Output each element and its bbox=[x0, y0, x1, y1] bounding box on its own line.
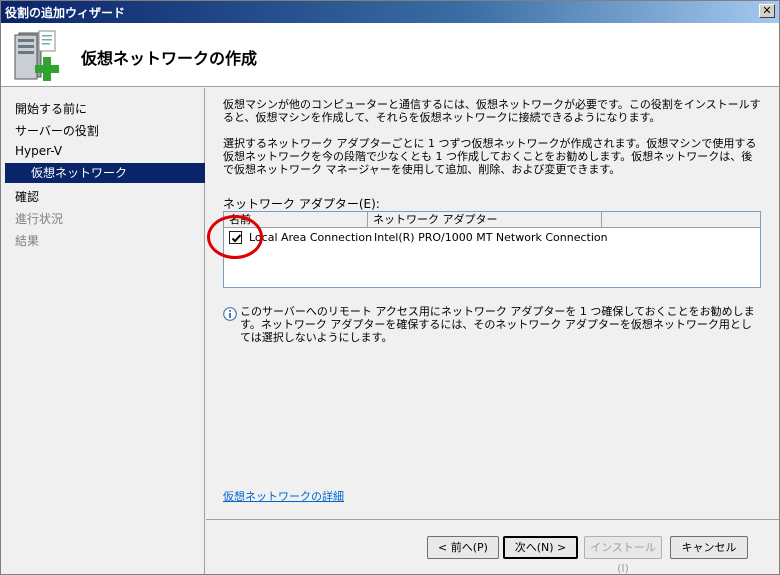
description-paragraph: 選択するネットワーク アダプターごとに 1 つずつ仮想ネットワークが作成されます… bbox=[223, 137, 757, 176]
server-add-icon bbox=[14, 30, 59, 81]
close-button[interactable]: ✕ bbox=[759, 4, 775, 18]
nav-item-before-you-begin[interactable]: 開始する前に bbox=[15, 100, 87, 117]
wizard-footer: < 前へ(P) 次へ(N) > インストール(I) キャンセル bbox=[206, 519, 779, 575]
intro-paragraph: 仮想マシンが他のコンピューターと通信するには、仮想ネットワークが必要です。この役… bbox=[223, 98, 761, 124]
title-bar[interactable]: 役割の追加ウィザード ✕ bbox=[1, 1, 779, 23]
prev-button[interactable]: < 前へ(P) bbox=[427, 536, 499, 559]
table-row[interactable]: Local Area Connection Intel(R) PRO/1000 … bbox=[224, 229, 760, 247]
next-button[interactable]: 次へ(N) > bbox=[503, 536, 578, 559]
network-adapters-list[interactable]: 名前 ネットワーク アダプター Local Area Connection In… bbox=[223, 211, 761, 288]
info-message: このサーバーへのリモート アクセス用にネットワーク アダプターを 1 つ確保して… bbox=[240, 305, 755, 344]
nav-item-virtual-networks[interactable]: 仮想ネットワーク bbox=[5, 163, 205, 183]
nav-item-server-roles[interactable]: サーバーの役割 bbox=[15, 122, 99, 139]
column-header-name[interactable]: 名前 bbox=[224, 212, 368, 228]
adapter-checkbox[interactable] bbox=[229, 231, 242, 244]
network-adapters-label: ネットワーク アダプター(E): bbox=[223, 197, 380, 211]
nav-item-confirmation[interactable]: 確認 bbox=[15, 188, 39, 205]
adapter-name: Local Area Connection bbox=[249, 231, 373, 244]
adapter-device: Intel(R) PRO/1000 MT Network Connection bbox=[374, 231, 608, 244]
window-title: 役割の追加ウィザード bbox=[5, 6, 126, 20]
wizard-window: 役割の追加ウィザード ✕ 仮想ネットワークの作成 開始する前に サーバーの役割 … bbox=[0, 0, 780, 575]
nav-item-results: 結果 bbox=[15, 234, 40, 248]
content-pane: 仮想マシンが他のコンピューターと通信するには、仮想ネットワークが必要です。この役… bbox=[206, 88, 779, 518]
wizard-header: 仮想ネットワークの作成 bbox=[1, 23, 779, 87]
cancel-button[interactable]: キャンセル bbox=[670, 536, 748, 559]
info-icon bbox=[223, 307, 237, 321]
nav-item-hyper-v[interactable]: Hyper-V bbox=[15, 144, 62, 158]
virtual-networks-details-link[interactable]: 仮想ネットワークの詳細 bbox=[223, 488, 344, 504]
install-button: インストール(I) bbox=[584, 536, 662, 575]
list-header: 名前 ネットワーク アダプター bbox=[224, 212, 760, 228]
column-header-adapter[interactable]: ネットワーク アダプター bbox=[368, 212, 602, 228]
page-title: 仮想ネットワークの作成 bbox=[81, 49, 258, 68]
checkmark-icon bbox=[231, 234, 242, 243]
nav-item-progress: 進行状況 bbox=[15, 212, 64, 226]
wizard-nav: 開始する前に サーバーの役割 Hyper-V 仮想ネットワーク 確認 進行状況 … bbox=[1, 88, 205, 574]
